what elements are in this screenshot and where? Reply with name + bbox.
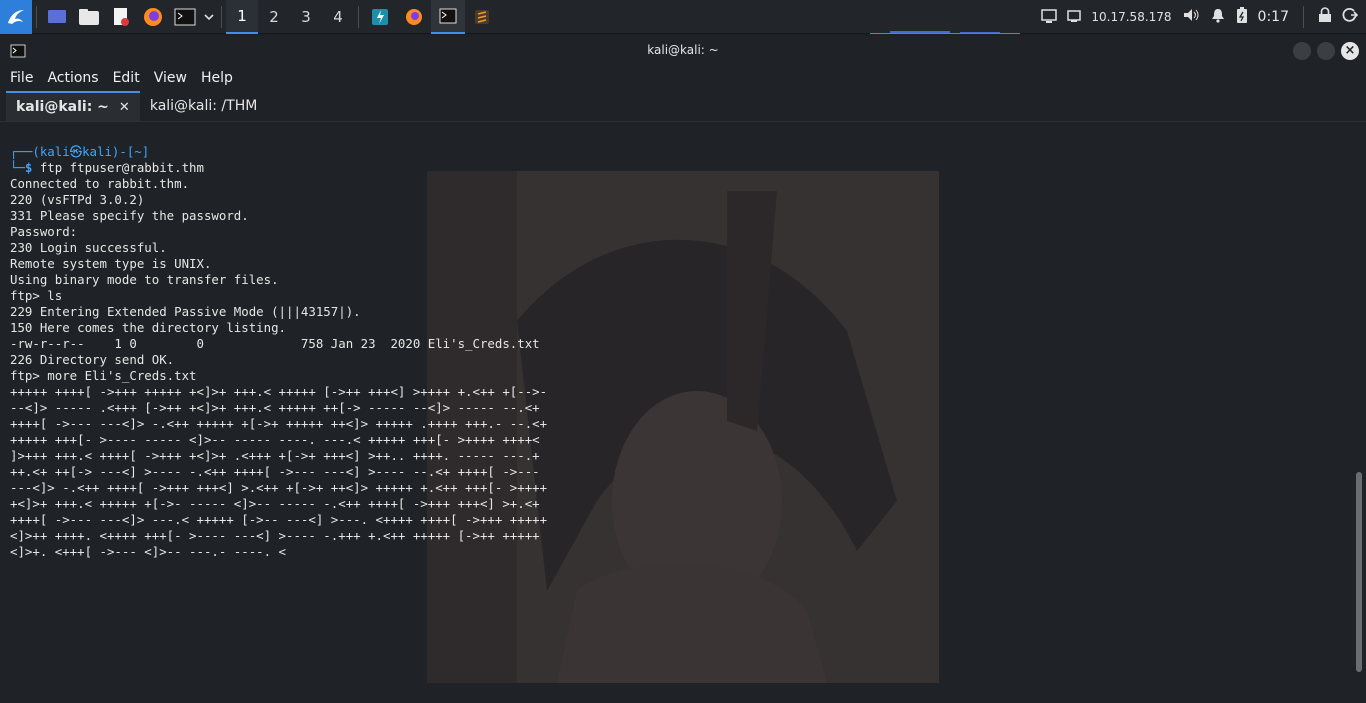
output-line: 150 Here comes the directory listing. [10,320,287,335]
output-line: +++++ ++++[ ->+++ +++++ +<]>+ +++.< ++++… [10,384,548,399]
output-line: ftp> more Eli's_Creds.txt [10,368,197,383]
terminal-output-area[interactable]: ┌──(kali㉿kali)-[~] └─$ ftp ftpuser@rabbit… [0,126,1354,703]
workspace-2[interactable]: 2 [258,0,290,34]
running-app-terminal-icon[interactable] [431,0,465,34]
output-line: <]>++ ++++. <++++ +++[- >---- ---<] >---… [10,528,540,543]
taskbar-separator [358,5,359,28]
output-line: --<]> ----- .<+++ [->++ +<]>+ +++.< ++++… [10,400,540,415]
workspace-4[interactable]: 4 [322,0,354,34]
file-manager-icon[interactable] [73,0,105,34]
network-icon[interactable] [1067,8,1082,27]
tab-label: kali@kali: ~ [16,99,109,115]
output-line: Connected to rabbit.thm. [10,176,190,191]
volume-icon[interactable] [1182,7,1200,27]
tab-home[interactable]: kali@kali: ~ ✕ [6,91,140,121]
workspace-1[interactable]: 1 [226,0,258,34]
tray-separator [1303,6,1304,28]
battery-icon[interactable] [1236,6,1248,28]
output-line: ftp> ls [10,288,63,303]
running-app-burp-icon[interactable] [363,0,397,34]
menu-edit[interactable]: Edit [113,70,140,86]
show-desktop-icon[interactable] [41,0,73,34]
window-titlebar[interactable]: kali@kali: ~ × [0,36,1366,66]
output-line: ]>+++ +++.< ++++[ ->+++ +<]>+ .<+++ +[->… [10,448,540,463]
taskbar-separator [221,5,222,28]
maximize-button[interactable] [1317,42,1335,60]
logout-icon[interactable] [1342,7,1359,27]
menu-bar: File Actions Edit View Help [0,66,1366,90]
ip-address: 10.17.58.178 [1091,10,1172,24]
taskbar-separator [36,5,37,28]
notifications-bell-icon[interactable] [1210,7,1226,27]
command-text: ftp ftpuser@rabbit.thm [39,160,204,175]
menu-actions[interactable]: Actions [47,70,98,86]
tab-label: kali@kali: /THM [149,98,258,114]
chevron-down-icon[interactable] [201,0,217,34]
text-editor-icon[interactable] [105,0,137,34]
output-line: ++++[ ->--- ---<]> ---.< +++++ [->-- ---… [10,512,548,527]
menu-help[interactable]: Help [201,70,233,86]
terminal-scrollbar[interactable] [1356,472,1362,672]
top-taskbar: 1 2 3 4 10.17.58.178 0:17 [0,0,1366,34]
workspace-3[interactable]: 3 [290,0,322,34]
output-line: 331 Please specify the password. [10,208,249,223]
output-line: Using binary mode to transfer files. [10,272,279,287]
output-line: +++++ +++[- >---- ----- <]>-- ----- ----… [10,432,540,447]
tab-thm[interactable]: kali@kali: /THM [140,91,267,121]
prompt-user-host: (kali㉿kali)-[~] [32,144,150,159]
menu-view[interactable]: View [154,70,187,86]
running-app-sublime-icon[interactable] [465,0,499,34]
output-line: ++.<+ ++[-> ---<] >---- -.<++ ++++[ ->--… [10,464,540,479]
output-line: Password: [10,224,78,239]
output-line: -rw-r--r-- 1 0 0 758 Jan 23 2020 Eli's_C… [10,336,540,351]
terminal-text: ┌──(kali㉿kali)-[~] └─$ ftp ftpuser@rabbit… [10,128,547,592]
display-icon[interactable] [1041,8,1058,27]
output-line: ++++[ ->--- ---<]> -.<++ +++++ +[->+ +++… [10,416,548,431]
output-line: 229 Entering Extended Passive Mode (|||4… [10,304,361,319]
clock[interactable]: 0:17 [1258,9,1289,25]
output-line: 220 (vsFTPd 3.0.2) [10,192,145,207]
network-activity-graph [870,31,1020,34]
output-line: 226 Directory send OK. [10,352,175,367]
lock-screen-icon[interactable] [1318,7,1332,27]
tab-bar: kali@kali: ~ ✕ kali@kali: /THM [0,90,1366,122]
firefox-icon[interactable] [137,0,169,34]
window-title: kali@kali: ~ [647,43,719,57]
close-button[interactable]: × [1341,42,1359,60]
output-line: Remote system type is UNIX. [10,256,212,271]
minimize-button[interactable] [1293,42,1311,60]
output-line: 230 Login successful. [10,240,167,255]
output-line: ---<]> -.<++ ++++[ ->+++ +++<] >.<++ +[-… [10,480,548,495]
terminal-window: kali@kali: ~ × File Actions Edit View He… [0,36,1366,703]
kali-menu-icon[interactable] [0,0,32,34]
output-line: <]>+. <+++[ ->--- <]>-- ---.- ----. < [10,544,287,559]
command-line: └─$ ftp ftpuser@rabbit.thm [10,160,204,175]
tab-close-icon[interactable]: ✕ [119,100,130,115]
output-line: +<]>+ +++.< +++++ +[->- ----- <]>-- ----… [10,496,540,511]
running-app-firefox-icon[interactable] [397,0,431,34]
system-tray: 10.17.58.178 0:17 [1041,0,1366,34]
menu-file[interactable]: File [10,70,33,86]
prompt-line: ┌──(kali㉿kali)-[~] [10,144,150,159]
terminal-launcher-icon[interactable] [169,0,201,34]
